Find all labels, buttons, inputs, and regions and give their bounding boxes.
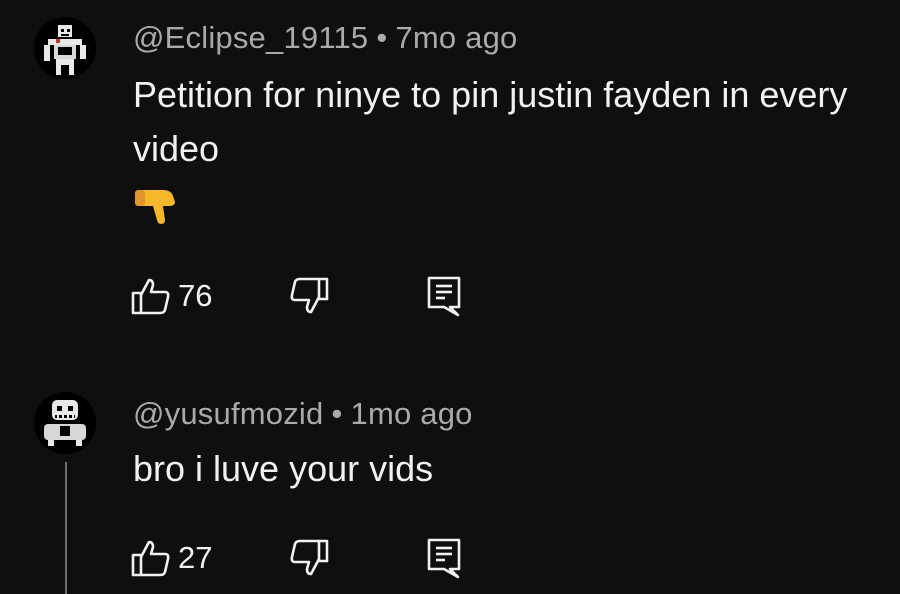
thumbs-up-icon — [131, 278, 170, 315]
comment-actions: 76 — [130, 274, 470, 318]
reply-button[interactable] — [426, 274, 462, 318]
reply-button[interactable] — [426, 536, 462, 580]
thumbs-up-icon — [131, 540, 170, 577]
meta-separator: • — [376, 20, 388, 55]
avatar[interactable] — [34, 392, 96, 454]
like-count: 27 — [178, 540, 213, 575]
skeleton-character-icon — [34, 17, 96, 79]
comment-2: @yusufmozid • 1mo ago bro i luve your vids… — [0, 370, 900, 594]
reply-icon — [427, 538, 461, 579]
like-count: 76 — [178, 278, 213, 313]
meta-separator: • — [331, 396, 343, 431]
avatar[interactable] — [34, 17, 96, 79]
comment-1: @Eclipse_19115 • 7mo ago Petition for niny… — [0, 0, 900, 340]
thread-line — [65, 462, 67, 594]
comment-author[interactable]: @yusufmozid — [133, 396, 323, 431]
skull-character-icon — [34, 392, 96, 454]
thumbs-down-icon — [290, 277, 329, 314]
pointing-down-icon — [135, 190, 175, 224]
comment-author[interactable]: @Eclipse_19115 — [133, 20, 368, 55]
comment-text: bro i luve your vids — [133, 448, 434, 489]
thumbs-down-icon — [290, 539, 329, 576]
dislike-button[interactable] — [288, 536, 330, 580]
dislike-button[interactable] — [288, 274, 330, 318]
comment-timestamp[interactable]: 7mo ago — [395, 20, 517, 55]
like-button[interactable]: 27 — [130, 536, 212, 580]
comment-meta: @yusufmozid • 1mo ago — [133, 396, 473, 432]
reply-icon — [427, 276, 461, 317]
comment-text: Petition for ninye to pin justin fayden … — [133, 74, 848, 169]
comment-actions: 27 — [130, 536, 470, 580]
pointing-down-emoji — [133, 186, 177, 231]
comment-timestamp[interactable]: 1mo ago — [351, 396, 473, 431]
like-button[interactable]: 76 — [130, 274, 212, 318]
comment-meta: @Eclipse_19115 • 7mo ago — [133, 20, 517, 56]
